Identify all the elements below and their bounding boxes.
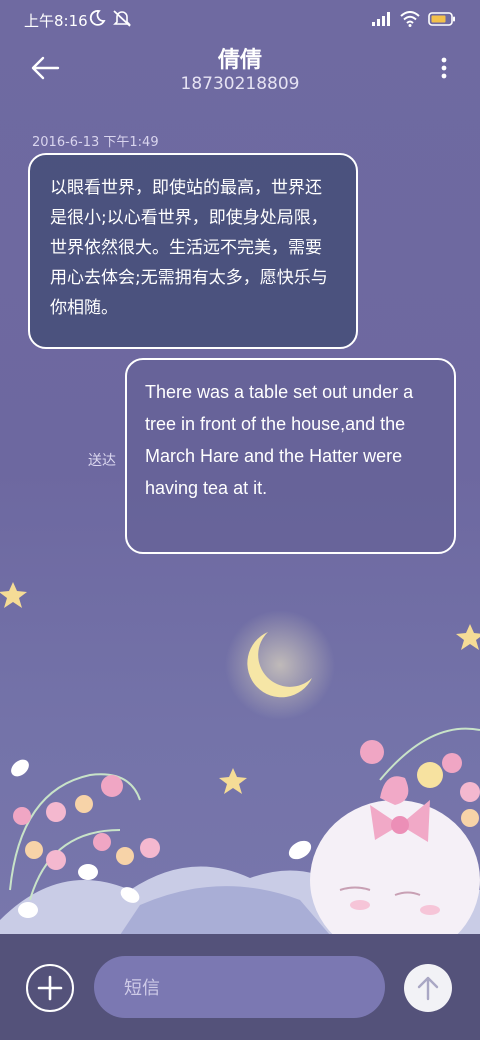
flower-icon [116, 847, 134, 865]
outgoing-message-bubble[interactable]: There was a table set out under a tree i… [125, 358, 456, 554]
star-icon [219, 768, 247, 794]
flower-icon [101, 775, 123, 797]
star-icon [0, 582, 27, 608]
plus-icon [37, 975, 63, 1001]
more-vertical-icon [441, 57, 447, 79]
wifi-icon [400, 11, 420, 27]
flower-icon [46, 802, 66, 822]
moon-icon [89, 10, 106, 26]
contact-name: 倩倩 [217, 48, 262, 73]
incoming-message-bubble[interactable]: 以眼看世界，即使站的最高，世界还是很小;以心看世界，即使身处局限，世界依然很大。… [28, 153, 358, 349]
status-time: 上午8:16 [24, 12, 88, 30]
status-bar: 上午8:16 [0, 0, 480, 40]
mute-icon [113, 10, 131, 27]
message-composer [0, 934, 480, 1040]
flower-icon [417, 762, 443, 788]
send-button[interactable] [404, 964, 452, 1012]
contact-phone-number: 18730218809 [180, 74, 300, 94]
flower-icon [460, 782, 480, 802]
outgoing-message-text: There was a table set out under a tree i… [145, 382, 414, 498]
delivery-status: 送达 [88, 453, 116, 469]
more-options-button[interactable] [440, 56, 448, 80]
flower-icon [360, 740, 384, 764]
message-input[interactable] [122, 973, 366, 1003]
flower-icon [461, 809, 479, 827]
flower-icon [75, 795, 93, 813]
incoming-message-text: 以眼看世界，即使站的最高，世界还是很小;以心看世界，即使身处局限，世界依然很大。… [50, 178, 328, 318]
arrow-up-icon [417, 976, 439, 1001]
flower-icon [13, 807, 31, 825]
conversation-header: 倩倩 18730218809 [0, 40, 480, 100]
star-icon [456, 624, 480, 650]
message-input-wrapper [94, 956, 385, 1018]
flower-icon [442, 753, 462, 773]
flower-icon [140, 838, 160, 858]
status-right-icons [372, 11, 456, 27]
flower-icon [93, 833, 111, 851]
wallpaper-illustration [0, 582, 480, 935]
add-attachment-button[interactable] [26, 964, 74, 1012]
flower-icon [25, 841, 43, 859]
signal-icon [372, 12, 390, 26]
flower-icon [46, 850, 66, 870]
status-left-icons [88, 9, 132, 27]
battery-icon [428, 12, 455, 26]
message-timestamp: 2016-6-13 下午1:49 [32, 135, 159, 150]
